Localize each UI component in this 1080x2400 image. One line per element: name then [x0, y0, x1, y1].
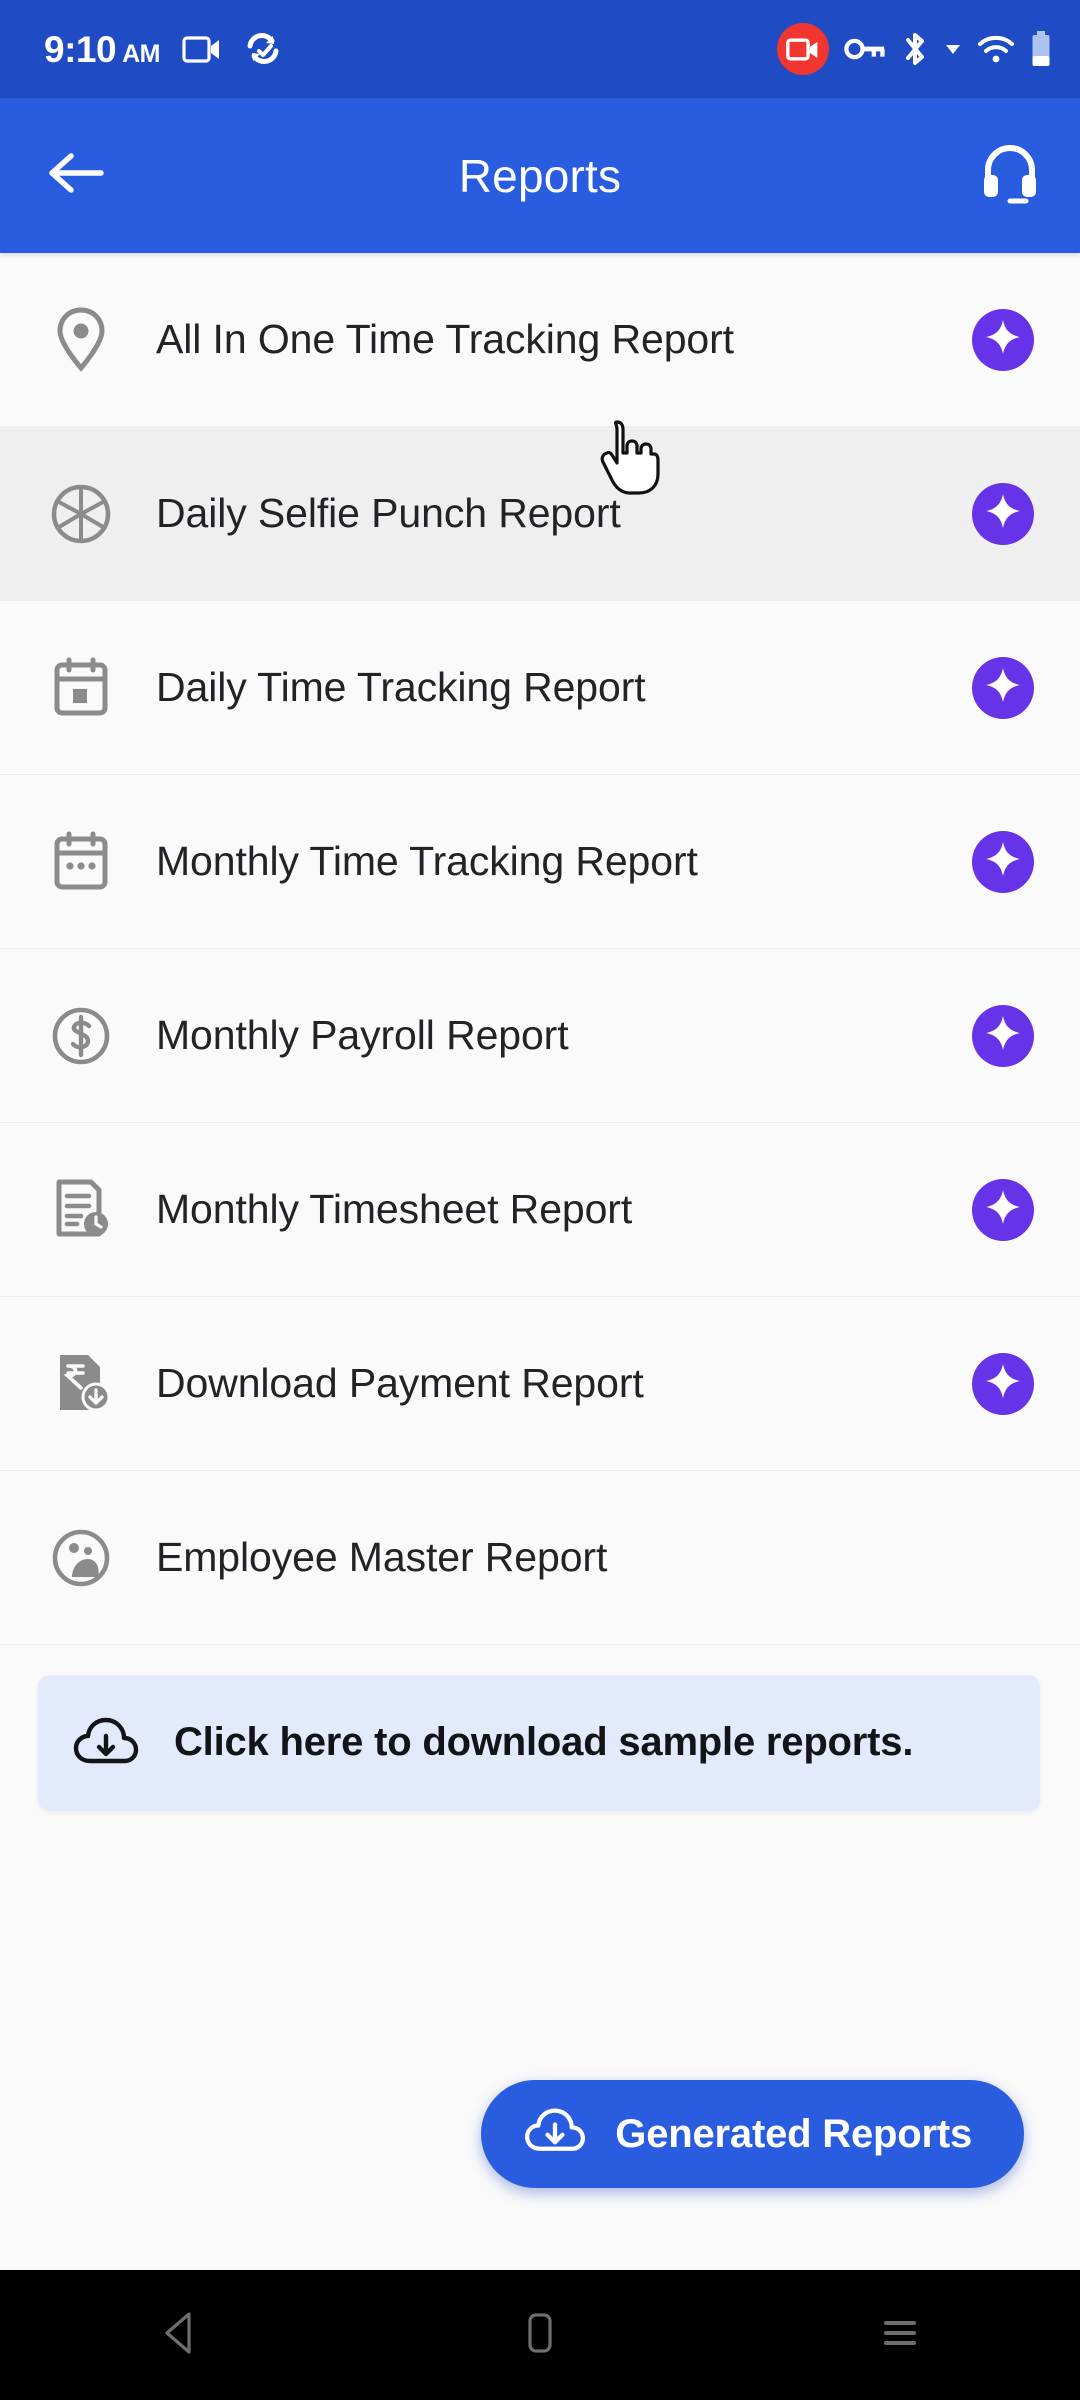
app-bar: Reports	[0, 98, 1080, 253]
generated-reports-button[interactable]: Generated Reports	[481, 2080, 1024, 2188]
phone-screen: 9:10 AM Reports All In One Time Tracking…	[0, 0, 1080, 2400]
cloud-download-icon	[523, 2106, 587, 2163]
wifi-icon	[977, 34, 1015, 64]
ai-sparkle-badge[interactable]	[972, 1352, 1034, 1415]
ai-sparkle-badge[interactable]	[972, 308, 1034, 371]
calendar-day-icon	[44, 651, 118, 725]
signal-dropdown-icon	[944, 42, 962, 56]
cloud-download-icon	[72, 1709, 140, 1777]
dollar-circle-icon	[44, 999, 118, 1073]
sparkle-icon	[984, 318, 1022, 361]
report-row[interactable]: Daily Selfie Punch Report	[0, 427, 1080, 601]
report-row[interactable]: Monthly Timesheet Report	[0, 1123, 1080, 1297]
report-label: Monthly Time Tracking Report	[156, 838, 698, 884]
rupee-document-download-icon	[44, 1347, 118, 1421]
battery-icon	[1030, 30, 1052, 68]
nav-recents-lines-icon	[878, 2311, 922, 2360]
sparkle-icon	[984, 1014, 1022, 1057]
report-row[interactable]: Employee Master Report	[0, 1471, 1080, 1645]
sync-check-icon	[244, 32, 282, 66]
document-clock-icon	[44, 1173, 118, 1247]
status-bar-clock: 9:10 AM	[44, 31, 160, 68]
sample-reports-banner[interactable]: Click here to download sample reports.	[38, 1675, 1040, 1811]
report-row[interactable]: Monthly Time Tracking Report	[0, 775, 1080, 949]
back-button[interactable]	[40, 140, 112, 212]
ai-sparkle-badge[interactable]	[972, 1178, 1034, 1241]
status-clock-ampm: AM	[122, 39, 160, 68]
generated-reports-label: Generated Reports	[615, 2111, 972, 2156]
arrow-left-icon	[47, 150, 105, 201]
ai-sparkle-badge[interactable]	[972, 1004, 1034, 1067]
calendar-month-icon	[44, 825, 118, 899]
nav-back-button[interactable]	[110, 2285, 250, 2385]
screen-record-icon	[777, 23, 829, 75]
people-circle-icon	[44, 1521, 118, 1595]
banner-text: Click here to download sample reports.	[174, 1720, 914, 1765]
location-pin-icon	[44, 303, 118, 377]
report-label: Download Payment Report	[156, 1360, 644, 1406]
nav-back-triangle-icon	[157, 2309, 203, 2362]
bluetooth-icon	[901, 31, 929, 67]
sparkle-icon	[984, 666, 1022, 709]
ai-sparkle-badge[interactable]	[972, 830, 1034, 893]
android-navigation-bar	[0, 2270, 1080, 2400]
report-label: All In One Time Tracking Report	[156, 316, 734, 362]
support-button[interactable]	[974, 140, 1046, 212]
sparkle-icon	[984, 492, 1022, 535]
headset-icon	[980, 142, 1040, 209]
fab-area: Generated Reports	[0, 1811, 1080, 2270]
sample-reports-banner-wrap: Click here to download sample reports.	[0, 1645, 1080, 1811]
page-title: Reports	[458, 149, 622, 202]
sparkle-icon	[984, 1188, 1022, 1231]
report-row[interactable]: Daily Time Tracking Report	[0, 601, 1080, 775]
ai-badge-empty	[972, 1527, 1034, 1589]
sparkle-icon	[984, 840, 1022, 883]
status-clock-time: 9:10	[44, 28, 117, 70]
sparkle-icon	[984, 1362, 1022, 1405]
ai-sparkle-badge[interactable]	[972, 656, 1034, 719]
ai-sparkle-badge[interactable]	[972, 482, 1034, 545]
status-bar-left: 9:10 AM	[44, 31, 282, 68]
report-label: Daily Time Tracking Report	[156, 664, 646, 710]
report-row[interactable]: All In One Time Tracking Report	[0, 253, 1080, 427]
report-label: Daily Selfie Punch Report	[156, 490, 621, 536]
reports-list: All In One Time Tracking Report Daily Se…	[0, 253, 1080, 2270]
nav-home-button[interactable]	[470, 2285, 610, 2385]
camera-aperture-icon	[44, 477, 118, 551]
report-label: Employee Master Report	[156, 1534, 608, 1580]
report-row[interactable]: Monthly Payroll Report	[0, 949, 1080, 1123]
report-label: Monthly Timesheet Report	[156, 1186, 633, 1232]
status-bar: 9:10 AM	[0, 0, 1080, 98]
status-bar-right	[777, 23, 1052, 75]
nav-recents-button[interactable]	[830, 2285, 970, 2385]
report-row[interactable]: Download Payment Report	[0, 1297, 1080, 1471]
video-call-icon	[182, 33, 222, 65]
vpn-key-icon	[844, 36, 886, 62]
nav-home-square-icon	[520, 2309, 560, 2362]
report-label: Monthly Payroll Report	[156, 1012, 569, 1058]
